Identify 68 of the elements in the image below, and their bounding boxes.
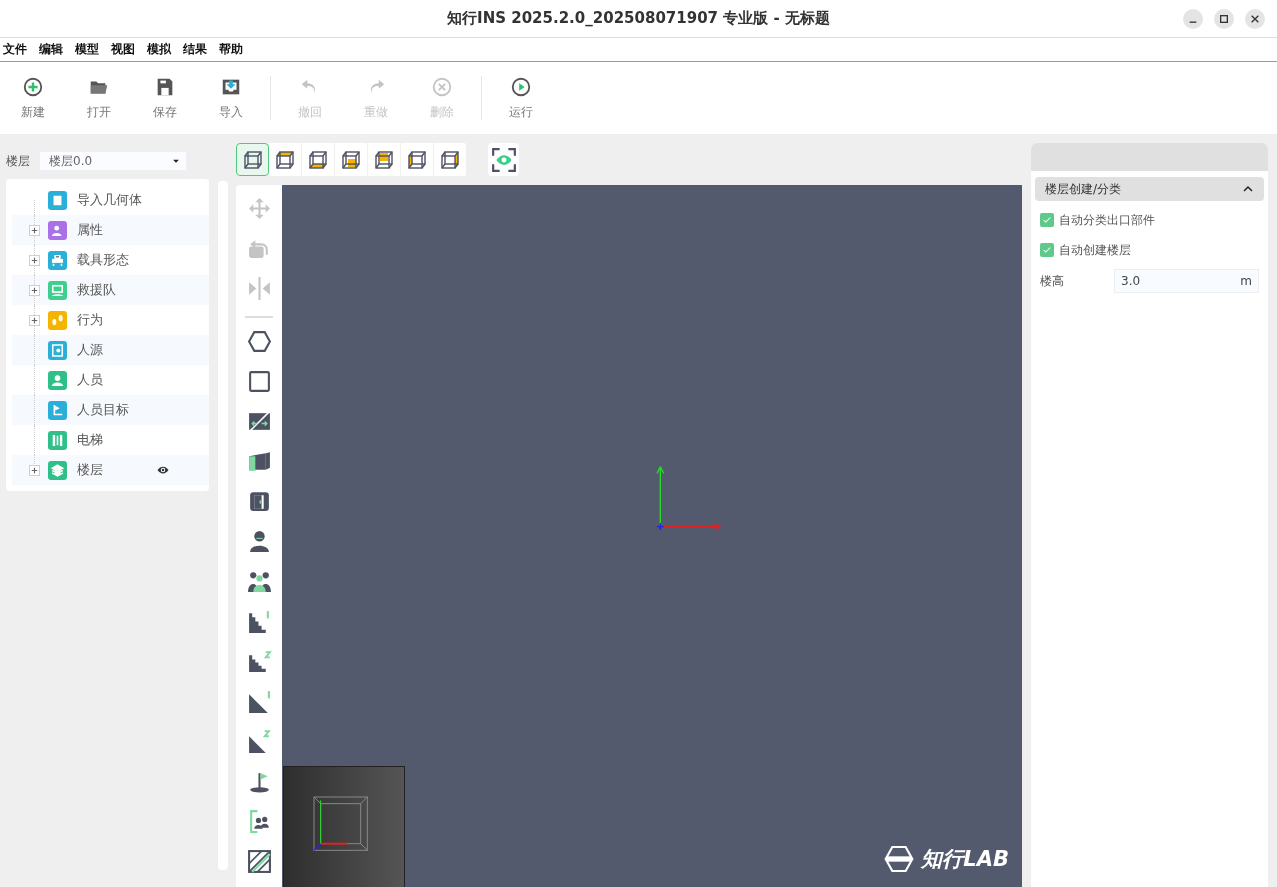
checkbox[interactable] [1040,243,1054,257]
tree-item[interactable]: 导入几何体 [77,191,153,209]
tree-item[interactable]: 行为 [77,311,153,329]
logo-icon [883,843,916,875]
checkbox-label: 自动分类出口部件 [1059,211,1155,229]
tree-item[interactable]: 载具形态 [77,251,153,269]
checkbox[interactable] [1040,213,1054,227]
mirror-icon [246,276,272,301]
run-icon [510,75,532,98]
toolbar-button[interactable]: 保存 [132,75,198,121]
field-label: 楼高 [1040,272,1065,290]
group-icon [246,569,272,594]
new-icon [22,75,44,98]
expand-icon[interactable] [28,284,40,296]
tree-item[interactable]: 电梯 [77,431,153,449]
input-field[interactable]: 3.0 m [1114,269,1259,293]
tree-item-icon [48,460,67,480]
tree-item-icon [48,400,67,420]
expand-icon[interactable] [28,224,40,236]
view-button[interactable] [488,143,519,176]
tree-item-icon [48,430,67,450]
toolbar-button[interactable]: 新建 [0,75,66,121]
menu-item[interactable]: 结果 [183,41,207,58]
eye-icon [490,146,517,173]
checkbox-label: 自动创建楼层 [1059,241,1131,259]
move-icon [246,196,272,221]
tree-item-icon [48,310,67,330]
toolbar-button[interactable]: 导入 [198,75,264,121]
window-title: 知行INS 2025.2.0_202508071907 专业版 - 无标题 [447,9,830,28]
obstacle-icon [246,849,272,874]
tree-item-icon [48,280,67,300]
tree-item-icon [48,190,67,210]
menu-item[interactable]: 模型 [75,41,99,58]
unit-label: m [1240,274,1252,288]
eye-icon[interactable] [157,464,169,476]
floor-label: 楼层 [6,152,30,170]
tree-item-icon [48,250,67,270]
delete-icon [431,75,453,98]
check-icon [1042,215,1052,225]
ramp2-icon [246,729,272,754]
view-button[interactable] [236,143,269,176]
section-header[interactable]: 楼层创建/分类 [1035,177,1264,201]
stair1-icon [246,609,272,634]
stair2-icon [246,649,272,674]
menu-item[interactable]: 视图 [111,41,135,58]
menu-item[interactable]: 模拟 [147,41,171,58]
polygon-icon [246,329,272,354]
tree-item-icon [48,370,67,390]
check-icon [1042,245,1052,255]
ramp1-icon [246,689,272,714]
menu-item[interactable]: 文件 [3,41,27,58]
tree-item-icon [48,340,67,360]
wall-icon [246,449,272,474]
menu-item[interactable]: 帮助 [219,41,243,58]
tree-item-icon [48,220,67,240]
close-icon[interactable] [1245,9,1265,29]
maximize-icon[interactable] [1214,9,1234,29]
expand-icon[interactable] [28,314,40,326]
expand-icon[interactable] [28,464,40,476]
toolbar-button[interactable]: 打开 [66,75,132,121]
floor-dropdown[interactable]: 楼层0.0 [40,152,186,170]
expand-icon[interactable] [28,254,40,266]
minimize-icon[interactable] [1183,9,1203,29]
tree-item[interactable]: 人员 [77,371,153,389]
menu-item[interactable]: 编辑 [39,41,63,58]
logo-text: 知行LAB [921,846,1009,873]
rect-icon [246,369,272,394]
toolbar-button[interactable]: 运行 [488,75,554,121]
